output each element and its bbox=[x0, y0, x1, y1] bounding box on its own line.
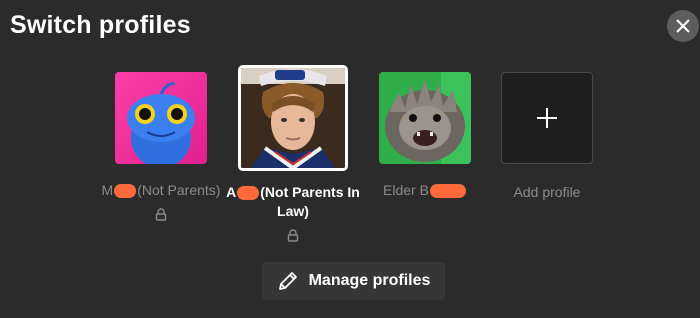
profile-avatar-blue-creature[interactable] bbox=[115, 72, 207, 164]
profile-name: Elder B bbox=[383, 181, 467, 200]
add-profile-item[interactable]: Add profile bbox=[477, 72, 617, 202]
lock-icon bbox=[287, 229, 299, 242]
redaction-mark bbox=[237, 186, 260, 201]
add-profile-button[interactable] bbox=[501, 72, 593, 164]
profile-avatar-furry-creature[interactable] bbox=[379, 72, 471, 164]
lock-icon bbox=[155, 208, 167, 221]
redaction-mark bbox=[114, 184, 137, 199]
manage-profiles-label: Manage profiles bbox=[308, 272, 431, 289]
profile-item-2[interactable]: A (Not Parents In Law) bbox=[223, 65, 363, 242]
close-button[interactable] bbox=[667, 10, 699, 42]
plus-icon bbox=[537, 108, 557, 128]
manage-profiles-button[interactable]: Manage profiles bbox=[262, 262, 445, 300]
profile-item-3[interactable]: Elder B bbox=[355, 72, 495, 200]
page-title: Switch profiles bbox=[10, 11, 191, 39]
profile-name: A (Not Parents In Law) bbox=[226, 184, 360, 219]
pencil-icon bbox=[278, 272, 297, 290]
profile-name: M (Not Parents) bbox=[101, 182, 221, 199]
profile-avatar-sailor-character[interactable] bbox=[238, 65, 348, 171]
redaction-mark bbox=[429, 184, 466, 199]
profile-item-1[interactable]: M (Not Parents) bbox=[91, 72, 231, 221]
add-profile-label: Add profile bbox=[513, 184, 581, 200]
close-icon bbox=[676, 19, 690, 33]
